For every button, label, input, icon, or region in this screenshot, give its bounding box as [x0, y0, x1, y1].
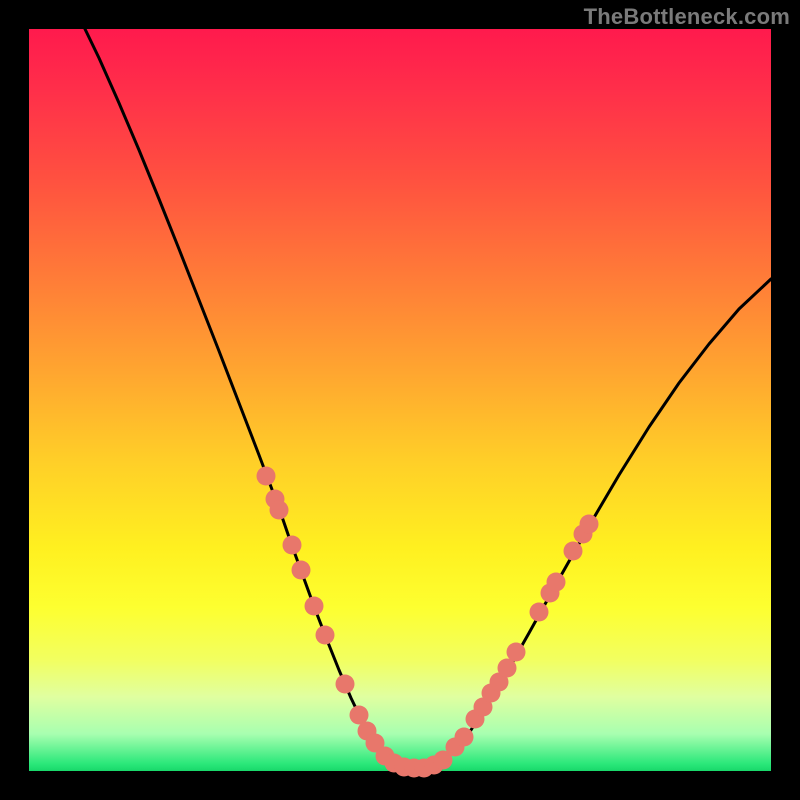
- curve-marker: [283, 536, 302, 555]
- curve-marker: [530, 603, 549, 622]
- curve-marker: [498, 659, 517, 678]
- chart-overlay: [29, 29, 771, 771]
- watermark-text: TheBottleneck.com: [584, 4, 790, 30]
- curve-marker: [292, 561, 311, 580]
- curve-marker: [507, 643, 526, 662]
- curve-marker: [316, 626, 335, 645]
- curve-marker: [305, 597, 324, 616]
- curve-marker: [547, 573, 566, 592]
- curve-marker: [580, 515, 599, 534]
- curve-marker: [455, 728, 474, 747]
- marker-group: [257, 467, 599, 778]
- curve-marker: [336, 675, 355, 694]
- curve-marker: [257, 467, 276, 486]
- bottleneck-curve: [85, 29, 771, 768]
- curve-marker: [564, 542, 583, 561]
- curve-marker: [270, 501, 289, 520]
